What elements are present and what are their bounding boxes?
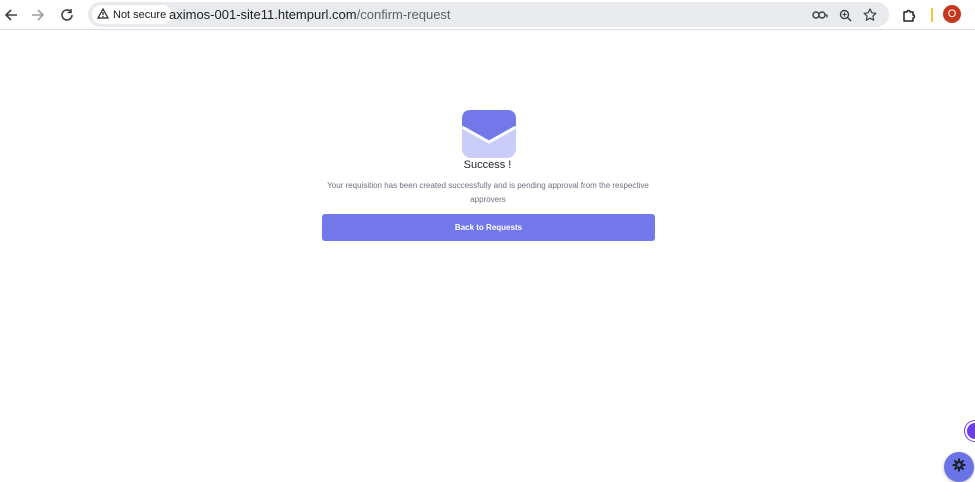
key-icon[interactable] <box>810 5 830 25</box>
page-content: Success ! Your requisition has been crea… <box>0 31 975 482</box>
forward-arrow-icon[interactable] <box>27 4 49 26</box>
success-title: Success ! <box>463 159 512 171</box>
back-arrow-icon[interactable] <box>0 4 22 26</box>
puzzle-icon[interactable] <box>898 4 920 26</box>
zoom-icon[interactable] <box>835 5 855 25</box>
gear-icon <box>952 458 966 477</box>
profile-avatar[interactable]: O <box>943 5 961 23</box>
url-host: aximos-001-site11.htempurl.com <box>169 7 357 22</box>
success-message: Your requisition has been created succes… <box>327 181 649 204</box>
profile-divider <box>931 8 933 22</box>
address-bar[interactable]: Not secure aximos-001-site11.htempurl.co… <box>88 2 889 27</box>
security-indicator[interactable]: Not secure <box>92 5 173 24</box>
warning-triangle-icon <box>96 7 110 22</box>
url-path: /confirm-request <box>356 7 451 22</box>
url-text[interactable]: aximos-001-site11.htempurl.com/confirm-r… <box>169 7 451 22</box>
browser-toolbar: Not secure aximos-001-site11.htempurl.co… <box>0 0 975 30</box>
back-to-requests-button[interactable]: Back to Requests <box>322 214 655 241</box>
settings-button[interactable] <box>944 452 974 482</box>
reload-icon[interactable] <box>56 4 78 26</box>
star-icon[interactable] <box>860 5 880 25</box>
envelope-icon <box>461 109 517 159</box>
side-widget-icon[interactable] <box>965 421 975 441</box>
security-label: Not secure <box>113 8 167 21</box>
